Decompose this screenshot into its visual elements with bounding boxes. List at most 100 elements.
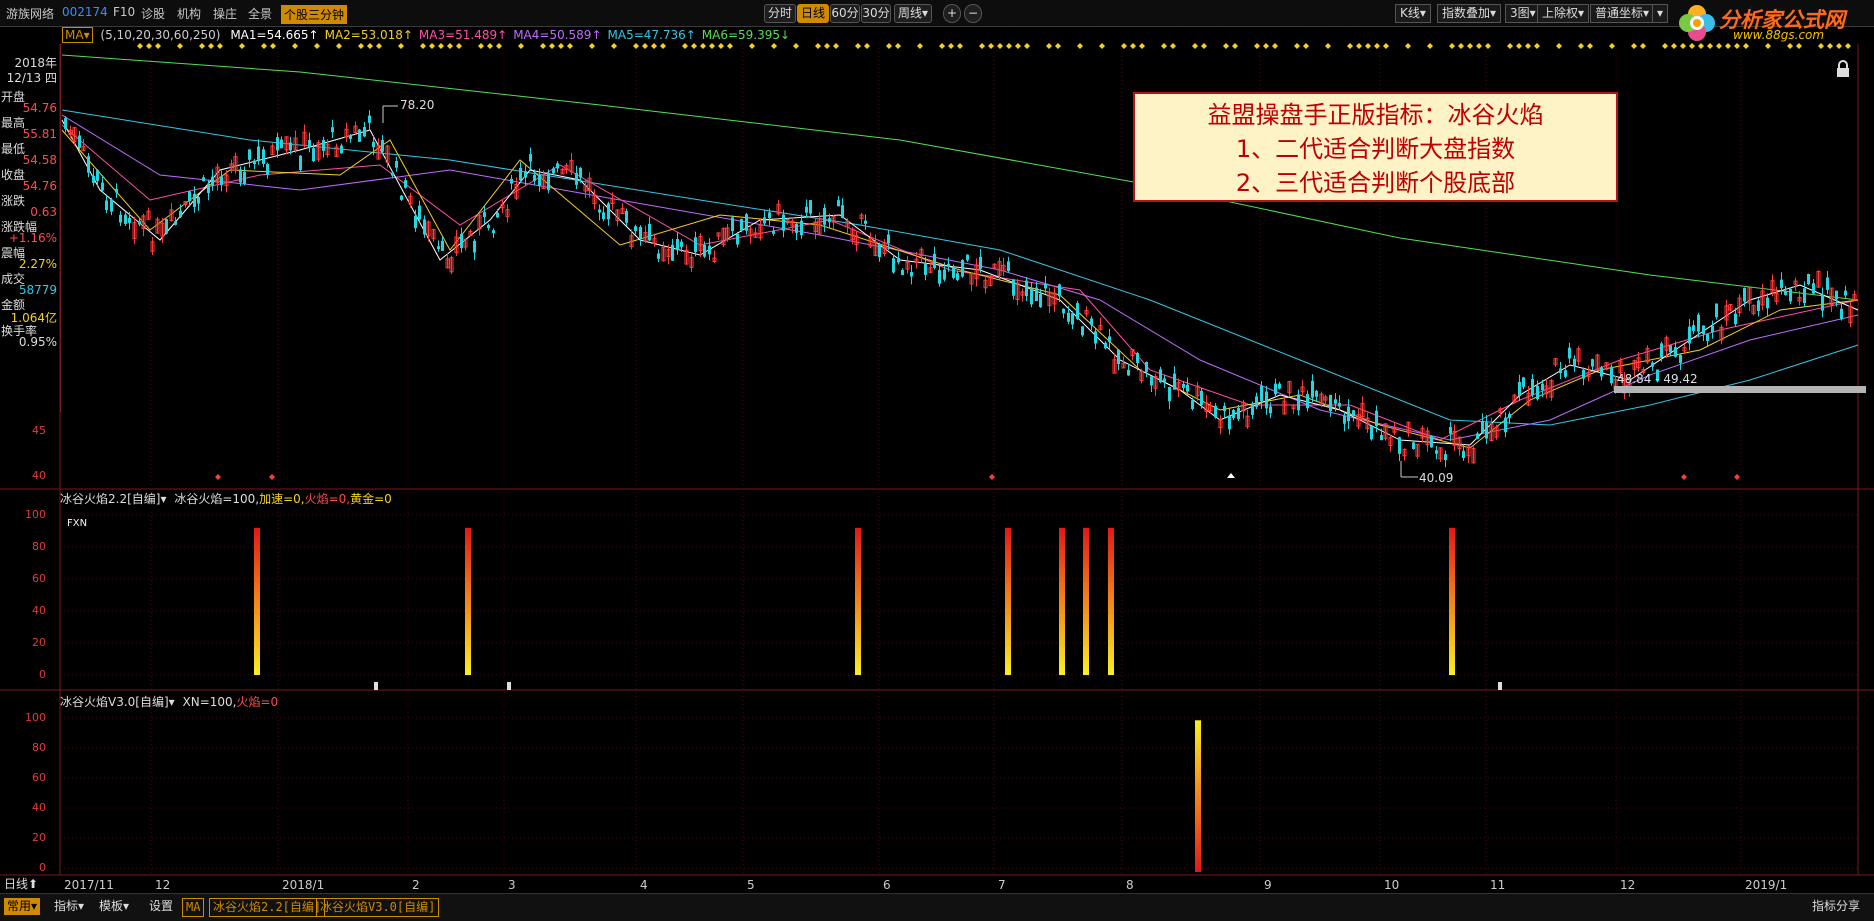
candle-body — [243, 171, 246, 184]
candle-body — [1734, 313, 1737, 325]
candle-body — [128, 218, 131, 223]
signal-diamond — [727, 43, 733, 49]
x-tick-2: 2018/1 — [282, 878, 325, 892]
candle-body — [1522, 377, 1525, 387]
signal-diamond — [1383, 43, 1389, 49]
candle-body — [1030, 288, 1033, 305]
candle-body — [1329, 394, 1332, 411]
candle-body — [1840, 308, 1843, 320]
candle-body — [823, 207, 826, 225]
candle-body — [423, 219, 426, 235]
signal-diamond — [957, 43, 963, 49]
low-price-label: 40.09 — [1419, 471, 1454, 485]
signal-diamond — [1347, 43, 1353, 49]
candle-body — [1780, 279, 1783, 289]
panel1-y-tick-20: 20 — [32, 636, 46, 649]
candle-body — [1067, 312, 1070, 322]
signal-diamond — [358, 43, 364, 49]
candle-body — [110, 199, 113, 212]
candle-body — [1591, 359, 1594, 367]
candle-body — [460, 234, 463, 249]
candle-body — [483, 212, 486, 217]
candle-body — [579, 167, 582, 178]
period-indicator[interactable]: 日线⬆ — [4, 876, 38, 893]
candle-body — [368, 115, 371, 123]
candle-body — [1094, 331, 1097, 344]
candle-body — [1715, 303, 1718, 318]
candle-body — [1297, 394, 1300, 411]
signal-diamond — [1077, 43, 1083, 49]
candle-body — [837, 200, 840, 207]
candle-body — [538, 174, 541, 186]
indicator1-tab[interactable]: 冰谷火焰2.2[自编] — [209, 898, 326, 917]
candle-body — [1159, 369, 1162, 383]
candle-body — [828, 218, 831, 223]
candle-body — [947, 263, 950, 267]
ma-tab[interactable]: MA — [182, 898, 205, 917]
signal-diamond — [487, 43, 493, 49]
signal-diamond — [1294, 43, 1300, 49]
x-tick-10: 9 — [1264, 878, 1272, 892]
signal-diamond — [177, 43, 183, 49]
indicator-tab[interactable]: 指标▾ — [54, 898, 84, 915]
x-tick-0: 2017/11 — [64, 878, 114, 892]
indicator-share-button[interactable]: 指标分享 — [1812, 898, 1860, 915]
candle-body — [322, 139, 325, 151]
candle-body — [418, 205, 421, 220]
signal-diamond — [815, 43, 821, 49]
candle-body — [391, 172, 394, 176]
candle-body — [524, 171, 527, 178]
candle-body — [414, 215, 417, 229]
signal-diamond — [1272, 43, 1278, 49]
candle-body — [1380, 434, 1383, 441]
signal-diamond — [1698, 43, 1704, 49]
candle-body — [253, 160, 256, 165]
candle-body — [400, 195, 403, 200]
candle-body — [1692, 325, 1695, 331]
candle-body — [179, 210, 182, 217]
candle-body — [1007, 261, 1010, 272]
candle-body — [740, 218, 743, 231]
candle-body — [105, 200, 108, 211]
candle-body — [1430, 436, 1433, 448]
signal-diamond — [1787, 43, 1793, 49]
fire-bar — [465, 527, 471, 675]
candle-body — [1200, 390, 1203, 406]
candle-body — [772, 230, 775, 234]
candle-body — [1315, 390, 1318, 397]
signal-diamond — [1405, 43, 1411, 49]
candle-body — [1186, 384, 1189, 392]
lock-icon[interactable] — [1837, 60, 1849, 77]
candle-body — [943, 269, 946, 280]
panel2-name[interactable]: 冰谷火焰V3.0[自编]▾ — [60, 695, 175, 709]
candle-body — [473, 240, 476, 253]
template-tab[interactable]: 模板▾ — [99, 898, 129, 915]
candle-body — [1173, 373, 1176, 390]
candle-body — [625, 211, 628, 223]
candle-body — [492, 230, 495, 234]
candle-body — [1117, 349, 1120, 365]
candle-body — [1237, 407, 1240, 420]
candle-body — [1462, 450, 1465, 458]
panel1-y-tick-100: 100 — [25, 508, 46, 521]
candle-body — [1508, 413, 1511, 419]
signal-diamond — [1365, 43, 1371, 49]
candle-body — [1784, 290, 1787, 295]
signal-diamond — [1263, 43, 1269, 49]
indicator2-tab[interactable]: 冰谷火焰V3.0[自编] — [316, 898, 440, 917]
settings-tab[interactable]: 设置 — [149, 898, 173, 915]
candle-body — [404, 180, 407, 188]
signal-diamond — [1516, 43, 1522, 49]
panel1-name[interactable]: 冰谷火焰2.2[自编]▾ — [60, 492, 166, 506]
candle-body — [676, 239, 679, 251]
candle-body — [496, 212, 499, 218]
candle-body — [96, 170, 99, 181]
candle-body — [1766, 297, 1769, 309]
y-tick-40: 40 — [32, 469, 46, 482]
candle-body — [1789, 288, 1792, 302]
indicator-annotation-box: 益盟操盘手正版指标：冰谷火焰 1、二代适合判断大盘指数 2、三代适合判断个股底部 — [1133, 92, 1618, 202]
candle-body — [441, 240, 444, 251]
signal-diamond — [691, 43, 697, 49]
common-tab[interactable]: 常用▾ — [4, 898, 41, 915]
signal-diamond — [1476, 43, 1482, 49]
